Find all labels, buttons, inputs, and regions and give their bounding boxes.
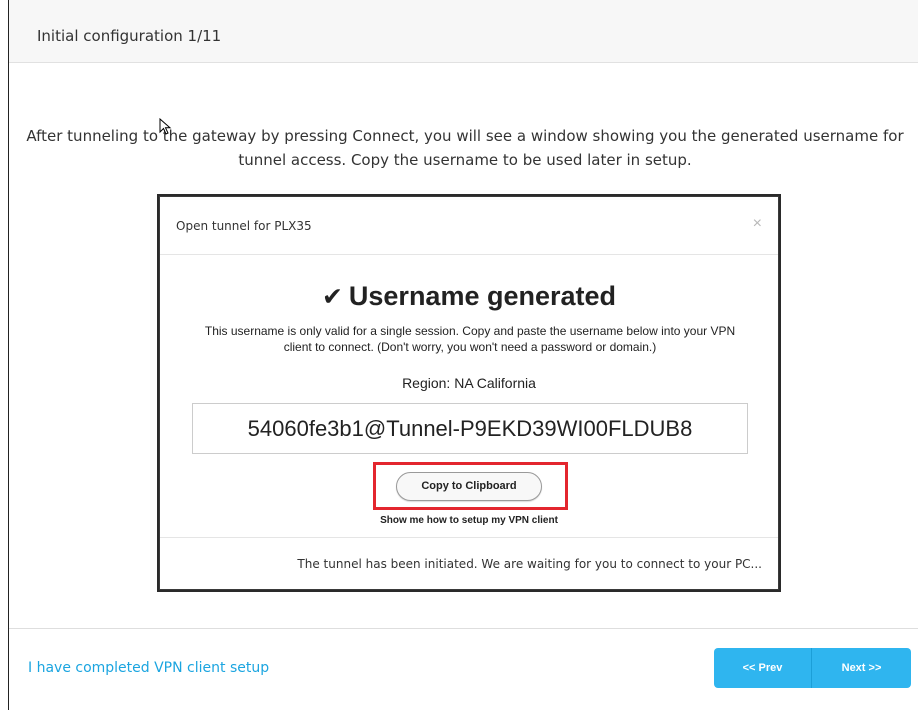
modal-divider — [160, 537, 778, 538]
mouse-pointer-icon — [159, 118, 172, 135]
tunnel-status-text: The tunnel has been initiated. We are wa… — [297, 557, 762, 571]
region-label: Region: NA California — [402, 375, 536, 391]
modal-title: Open tunnel for PLX35 — [176, 219, 312, 233]
checkmark-icon: ✔ — [321, 283, 343, 311]
wizard-nav-buttons: << Prev Next >> — [714, 648, 911, 688]
vpn-setup-complete-link[interactable]: I have completed VPN client setup — [28, 660, 269, 676]
modal-header: Open tunnel for PLX35 × — [160, 197, 778, 255]
close-icon[interactable]: × — [753, 215, 762, 233]
footer-divider — [9, 628, 918, 629]
success-heading: ✔ Username generated — [160, 281, 778, 312]
tunnel-modal-screenshot: Open tunnel for PLX35 × ✔ Username genera… — [159, 196, 779, 590]
vpn-setup-help-link[interactable]: Show me how to setup my VPN client — [160, 515, 778, 526]
page-title: Initial configuration 1/11 — [37, 27, 222, 45]
instructions-text: After tunneling to the gateway by pressi… — [26, 127, 904, 169]
copy-to-clipboard-button[interactable]: Copy to Clipboard — [396, 472, 542, 501]
next-button[interactable]: Next >> — [812, 648, 911, 688]
username-explanation: This username is only valid for a single… — [204, 324, 736, 354]
prev-button[interactable]: << Prev — [714, 648, 812, 688]
username-field[interactable]: 54060fe3b1@Tunnel-P9EKD39WI00FLDUB8 — [192, 403, 748, 454]
wizard-header: Initial configuration 1/11 — [9, 0, 918, 63]
success-heading-text: Username generated — [348, 281, 617, 311]
